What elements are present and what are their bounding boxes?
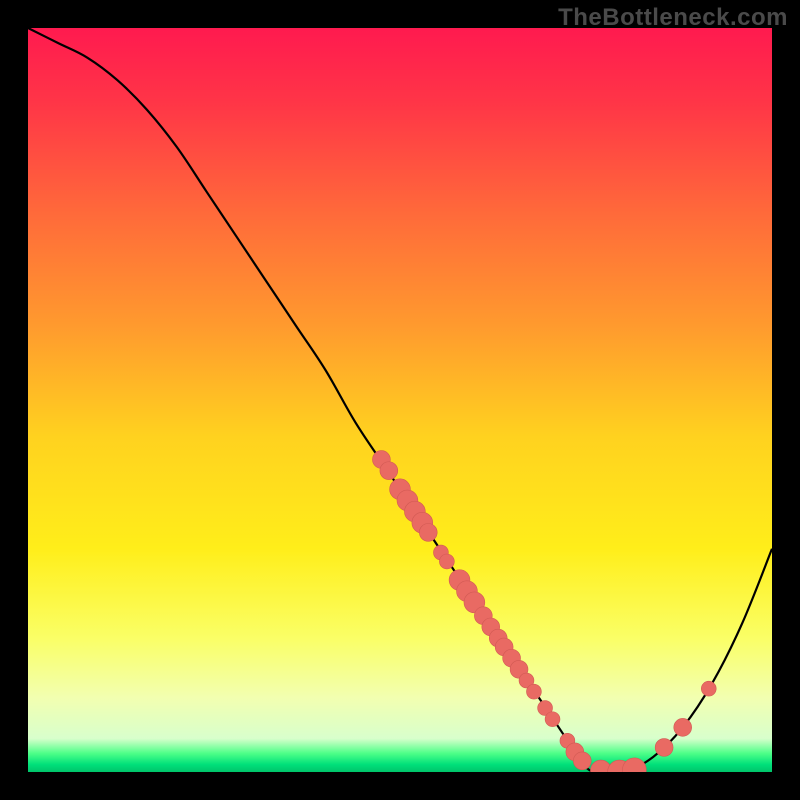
data-point: [573, 752, 591, 770]
data-point: [701, 681, 716, 696]
data-point: [674, 718, 692, 736]
gradient-background: [28, 28, 772, 772]
data-point: [526, 684, 541, 699]
chart-svg: [28, 28, 772, 772]
data-point: [655, 739, 673, 757]
data-point: [545, 712, 560, 727]
chart-frame: TheBottleneck.com: [0, 0, 800, 800]
data-point: [439, 554, 454, 569]
data-point: [419, 524, 437, 542]
plot-area: [28, 28, 772, 772]
data-point: [380, 462, 398, 480]
